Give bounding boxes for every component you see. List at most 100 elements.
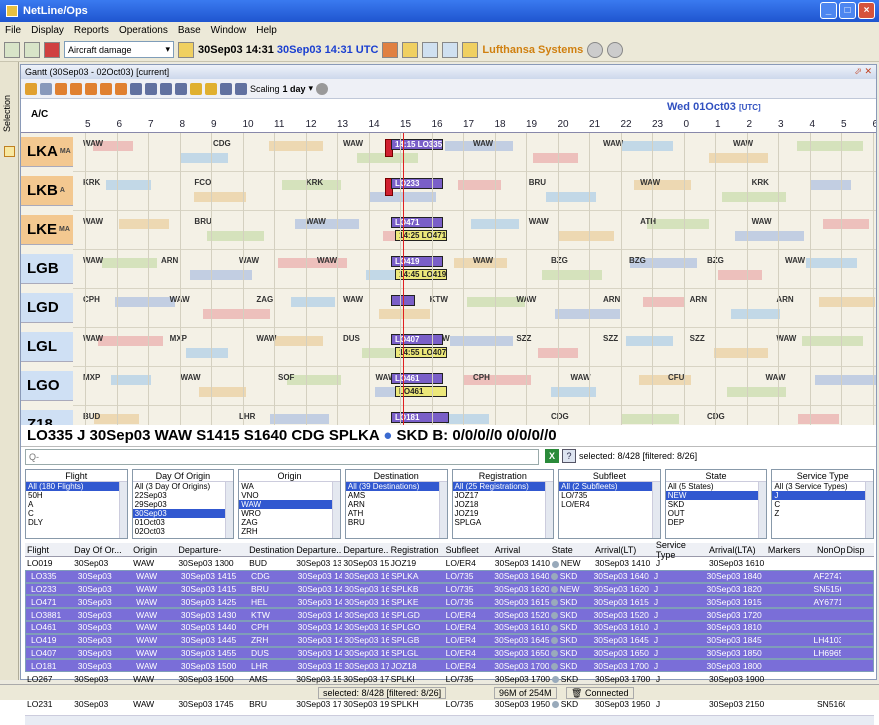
flight-bar-faded[interactable] [622, 414, 679, 424]
flight-bar-faded[interactable] [106, 180, 151, 190]
toolbar-icon[interactable] [24, 41, 40, 58]
view-icon[interactable] [175, 82, 187, 95]
flight-bar-faded[interactable] [450, 336, 513, 346]
toolbar-icon[interactable] [462, 41, 479, 58]
filter-item[interactable]: VNO [239, 491, 340, 500]
flight-bar-faded[interactable] [559, 231, 614, 241]
filter-item[interactable]: 01Oct03 [133, 518, 234, 527]
table-row[interactable]: LO407 30Sep03 WAW 30Sep03 1455 DUS 30Sep03 14… [25, 646, 874, 660]
rewind-icon[interactable] [55, 82, 67, 95]
column-header[interactable]: Departure- [176, 545, 247, 555]
filter-scrollbar[interactable] [438, 482, 447, 538]
flight-bar-faded[interactable] [542, 270, 602, 280]
filter-scrollbar[interactable] [651, 482, 660, 538]
flight-bar-faded[interactable] [291, 297, 335, 307]
selected-flight-bar[interactable]: 14:15 LO335 [391, 139, 443, 150]
flight-bar-faded[interactable] [533, 153, 578, 163]
aircraft-row-label[interactable]: LKE MA [21, 215, 73, 245]
aircraft-lane[interactable]: MXP WAW SOF WAW CPH WAW CFU WAW LO461 LO461 [73, 367, 876, 406]
column-header[interactable]: State [550, 545, 593, 555]
filter-icon[interactable] [220, 82, 232, 95]
table-row[interactable]: LO019 30Sep03 WAW 30Sep03 1300 BUD 30Sep03 13… [25, 557, 874, 570]
flight-bar-faded[interactable] [815, 375, 876, 385]
filter-scrollbar[interactable] [225, 482, 234, 538]
gantt-chart[interactable]: A/C Wed 01Oct03 [UTC] 5 6 7 8 9 10 11 12 13 14 15 1… [21, 99, 876, 445]
filter-item[interactable]: WA [239, 482, 340, 491]
filter-item[interactable]: C [26, 509, 127, 518]
flight-bar-faded[interactable] [709, 153, 768, 163]
maximize-button[interactable]: □ [839, 2, 856, 19]
flight-bar-faded[interactable] [379, 309, 430, 319]
selected-flight-bar[interactable]: LO471 [391, 217, 443, 228]
menu-window[interactable]: Window [206, 25, 252, 36]
table-row[interactable]: LO461 30Sep03 WAW 30Sep03 1440 CPH 30Sep03 14… [25, 620, 874, 634]
refresh-icon[interactable] [316, 82, 329, 95]
column-header[interactable]: Subfleet [444, 545, 493, 555]
aircraft-row-label[interactable]: LGB [21, 254, 73, 284]
menu-base[interactable]: Base [173, 25, 206, 36]
filter-scrollbar[interactable] [758, 482, 767, 538]
flight-bar-faded[interactable] [647, 219, 709, 229]
table-row[interactable]: LO233 30Sep03 WAW 30Sep03 1415 BRU 30Sep03 14… [25, 582, 874, 596]
flight-bar-faded[interactable] [446, 414, 489, 424]
selected-flight-bar[interactable]: LO407 [391, 334, 443, 345]
panel-close-icon[interactable]: ⬀ ✕ [854, 66, 872, 77]
flight-bar-faded[interactable] [823, 219, 869, 229]
flight-bar-faded[interactable] [119, 219, 169, 229]
filter-item[interactable]: ATH [346, 509, 447, 518]
filter-item[interactable]: BRU [346, 518, 447, 527]
menu-operations[interactable]: Operations [114, 25, 173, 36]
filter-scrollbar[interactable] [118, 482, 127, 538]
flight-bar-faded[interactable] [735, 231, 804, 241]
trash-icon[interactable]: 🗑 [571, 688, 582, 698]
help-icon[interactable]: ? [562, 449, 576, 463]
flight-bar-faded[interactable] [199, 387, 246, 397]
flight-bar-faded[interactable] [194, 192, 246, 202]
filter-item[interactable]: J [772, 491, 873, 500]
menu-display[interactable]: Display [26, 25, 69, 36]
flight-bar-faded[interactable] [270, 414, 329, 424]
flight-bar-faded[interactable] [115, 297, 175, 307]
damage-icon[interactable] [44, 41, 60, 58]
table-hscrollbar[interactable] [25, 715, 874, 725]
filter-item[interactable]: All (39 Destinations) [345, 482, 447, 491]
column-header[interactable]: Departure... [341, 545, 388, 555]
filter-item[interactable]: LO/ER4 [559, 500, 660, 509]
filter-item[interactable]: DLY [26, 518, 127, 527]
filter-item[interactable]: 22Sep03 [133, 491, 234, 500]
column-header[interactable]: Arrival(LT) [593, 545, 654, 555]
flight-bar-faded[interactable] [810, 180, 851, 190]
filter-item[interactable]: Z [772, 509, 873, 518]
minimize-button[interactable]: _ [820, 2, 837, 19]
flight-bar-faded[interactable] [207, 231, 264, 241]
filter-item[interactable]: JOZ18 [453, 500, 554, 509]
color-icon[interactable] [205, 82, 217, 95]
toolbar-icon[interactable] [422, 41, 439, 58]
flight-bar-faded[interactable] [98, 336, 163, 346]
filter-item[interactable]: ZRH [239, 527, 340, 536]
filter-item[interactable]: All (2 Subfleets) [559, 482, 660, 491]
table-row[interactable]: LO335 30Sep03 WAW 30Sep03 1415 CDG 30Sep03 14… [25, 569, 874, 583]
layout-icon[interactable] [160, 82, 172, 95]
scaling-value[interactable]: 1 day [283, 84, 306, 94]
table-row[interactable]: LO471 30Sep03 WAW 30Sep03 1425 HEL 30Sep03 14… [25, 595, 874, 609]
selected-flight-bar[interactable]: LO461 [391, 373, 443, 384]
flight-bar-faded[interactable] [798, 414, 839, 424]
sidebar-pin-icon[interactable] [4, 146, 15, 157]
filter-item[interactable]: All (5 States) [666, 482, 767, 491]
table-row[interactable]: LO419 30Sep03 WAW 30Sep03 1445 ZRH 30Sep03 14… [25, 633, 874, 647]
aircraft-row-label[interactable]: LKA MA [21, 137, 73, 167]
filter-scrollbar[interactable] [545, 482, 554, 538]
filter-item[interactable]: JOZ17 [453, 491, 554, 500]
toolbar-icon[interactable] [402, 41, 419, 58]
flight-bar-faded[interactable] [806, 258, 857, 268]
flight-bar-faded[interactable] [181, 153, 228, 163]
column-header[interactable]: Arrival(LTA) [707, 545, 766, 555]
aircraft-row-label[interactable]: LGL [21, 332, 73, 362]
filter-item[interactable]: ARN [346, 500, 447, 509]
aircraft-row-label[interactable]: LGO [21, 371, 73, 401]
filter-item[interactable]: JOZ19 [453, 509, 554, 518]
filter-item[interactable]: A [26, 500, 127, 509]
flight-bar-faded[interactable] [555, 309, 620, 319]
aircraft-lane[interactable]: WAW CDG WAW WAW WAW WAW 14:15 LO335 [73, 133, 876, 172]
